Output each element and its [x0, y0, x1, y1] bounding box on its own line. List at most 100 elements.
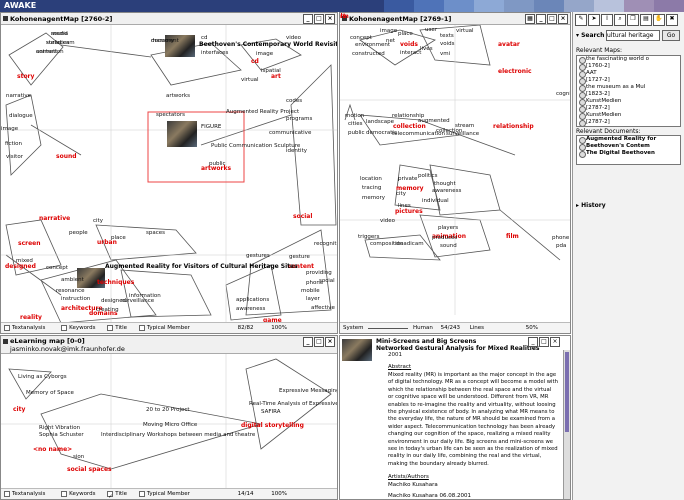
keyword-label[interactable]: SAFIRA — [261, 409, 281, 415]
kohonen-map-window-2[interactable]: KohonenagentMap [2769-1] ▦ _ □ × voids avata… — [339, 12, 571, 334]
keyword-label[interactable]: steadicam — [395, 241, 424, 247]
cluster-label[interactable]: cd — [251, 58, 259, 65]
text-tool-icon[interactable]: I — [601, 14, 613, 26]
title-checkbox[interactable] — [107, 324, 114, 331]
document-list-item[interactable]: The Digital Beethoven — [577, 150, 680, 158]
keyword-label[interactable]: 20 to 20 Project — [146, 407, 190, 413]
window-titlebar[interactable]: eLearning map [0-0] jasminko.novak@imk.fr… — [1, 336, 337, 354]
keyword-label[interactable]: private — [398, 176, 417, 182]
keyword-label[interactable]: layer — [306, 296, 320, 302]
keyword-label[interactable]: public — [209, 161, 226, 167]
keyword-label[interactable]: city — [396, 191, 406, 197]
map-list-item[interactable]: KunstMedien — [577, 112, 680, 120]
kohonen-map-window-1[interactable]: KohonenagentMap [2760-2] _ □ × story sound a… — [0, 12, 338, 334]
keyword-label[interactable]: visitor — [6, 154, 23, 160]
map-canvas[interactable] — [340, 25, 571, 315]
copy-tool-icon[interactable]: ❐ — [627, 14, 639, 26]
keyword-label[interactable]: affective — [311, 305, 335, 311]
keyword-label[interactable]: pda — [556, 243, 566, 249]
map-list-item[interactable]: [1760-2] — [577, 63, 680, 71]
keyword-label[interactable]: concept — [46, 265, 68, 271]
keyword-label[interactable]: city — [93, 218, 103, 224]
keyword-label[interactable]: virtual — [241, 77, 259, 83]
keyword-label[interactable]: artworks — [166, 93, 190, 99]
keyword-label[interactable]: communicative — [269, 130, 311, 136]
cluster-label[interactable]: voids — [400, 41, 418, 48]
keyword-label[interactable]: Augmented Reality Project — [226, 109, 299, 115]
keyword-label[interactable]: narrative — [6, 93, 31, 99]
keyword-label[interactable]: landscape — [366, 119, 394, 125]
keyword-label[interactable]: Public Communication Sculpture — [211, 143, 300, 149]
keyword-label[interactable]: place — [111, 235, 126, 241]
delete-tool-icon[interactable]: ✖ — [666, 14, 678, 26]
keyword-label[interactable]: surfaces — [46, 40, 69, 46]
keyword-label[interactable]: net — [386, 38, 395, 44]
keywords-checkbox[interactable] — [61, 324, 68, 331]
keyword-label[interactable]: sion — [73, 454, 84, 460]
keyword-label[interactable]: social — [319, 278, 335, 284]
keyword-label[interactable]: Moving Micro Office — [143, 422, 197, 428]
keyword-label[interactable]: dialogue — [9, 113, 33, 119]
elearning-map-window[interactable]: eLearning map [0-0] jasminko.novak@imk.fr… — [0, 335, 338, 500]
search-input[interactable] — [606, 30, 660, 41]
keyword-label[interactable]: memory — [362, 195, 385, 201]
keyword-label[interactable]: Interdisciplinary Workshops between medi… — [101, 432, 255, 438]
keyword-label[interactable]: providing — [306, 270, 332, 276]
search-section[interactable]: ▾ Search — [576, 32, 604, 39]
document-list-item[interactable]: Augmented Reality for — [577, 136, 680, 144]
keyword-label[interactable]: triggers — [358, 234, 379, 240]
keyword-label[interactable]: tracing — [362, 185, 381, 191]
cluster-label[interactable]: <no name> — [33, 446, 72, 453]
document-scrollbar[interactable] — [563, 350, 570, 499]
keyword-label[interactable]: image — [380, 28, 397, 34]
keyword-label[interactable]: Right Vibration — [39, 425, 80, 431]
cluster-label[interactable]: social — [293, 213, 312, 220]
keyword-label[interactable]: spaces — [146, 230, 165, 236]
keyword-label[interactable]: awareness — [432, 188, 461, 194]
keyword-label[interactable]: mixed — [16, 258, 33, 264]
keyword-label[interactable]: constructed — [352, 51, 385, 57]
keyword-label[interactable]: individual — [422, 198, 449, 204]
artwork-thumbnail[interactable] — [167, 121, 197, 147]
keyword-label[interactable]: Memory of Space — [26, 390, 74, 396]
keywords-checkbox[interactable] — [61, 490, 68, 497]
zoom-level[interactable]: 100% — [271, 491, 287, 497]
keyword-label[interactable]: fiction — [5, 141, 22, 147]
keyword-label[interactable]: gesture — [289, 254, 310, 260]
relevant-maps-list[interactable]: the fascinating world o [1760-2] AAT [1727-… — [576, 55, 681, 127]
cluster-label[interactable]: techniques — [97, 279, 134, 286]
keyword-label[interactable]: motion — [345, 113, 364, 119]
cluster-label[interactable]: story — [17, 73, 34, 80]
pencil-tool-icon[interactable]: ✎ — [575, 14, 587, 26]
keyword-label[interactable]: media — [51, 31, 68, 37]
typical-member-checkbox[interactable] — [138, 490, 145, 497]
map-list-item[interactable]: [1823-2] — [577, 91, 680, 99]
map-list-item[interactable]: the museum as a Mul — [577, 84, 680, 92]
window-titlebar[interactable]: KohonenagentMap [2760-2] _ □ × — [1, 13, 337, 25]
typical-member-checkbox[interactable] — [138, 324, 145, 331]
keyword-label[interactable]: place — [398, 31, 413, 37]
keyword-label[interactable]: ambient — [61, 277, 84, 283]
keyword-label[interactable]: thought — [434, 181, 456, 187]
keyword-label[interactable]: vmi — [440, 51, 450, 57]
map-list-item[interactable]: [1727-2] — [577, 77, 680, 85]
keyword-label[interactable]: interact — [400, 50, 421, 56]
cluster-label[interactable]: film — [340, 13, 349, 20]
maximize-button[interactable]: □ — [314, 14, 324, 24]
keyword-label[interactable]: location — [360, 176, 382, 182]
keyword-label[interactable]: Expressive Messaging on — [279, 388, 337, 394]
scroll-thumb[interactable] — [565, 352, 569, 432]
minimize-button[interactable]: _ — [303, 14, 313, 24]
keyword-label[interactable]: lines — [398, 203, 411, 209]
keyword-label[interactable]: instruction — [61, 296, 90, 302]
keyword-label[interactable]: spectators — [156, 112, 185, 118]
cluster-label[interactable]: narrative — [39, 215, 70, 222]
go-button[interactable]: Go — [662, 30, 680, 41]
document-list-item[interactable]: Beethoven's Contem — [577, 143, 680, 151]
keyword-label[interactable]: interfaces — [201, 50, 228, 56]
document-node-title[interactable]: Beethoven's Contemporary World Revisited — [199, 41, 337, 48]
title-checkbox[interactable]: ✓ — [107, 490, 114, 499]
keyword-label[interactable]: mobile — [301, 288, 320, 294]
layout-button[interactable]: ▦ — [525, 14, 535, 24]
window-titlebar[interactable]: KohonenagentMap [2769-1] ▦ _ □ × — [340, 13, 570, 25]
